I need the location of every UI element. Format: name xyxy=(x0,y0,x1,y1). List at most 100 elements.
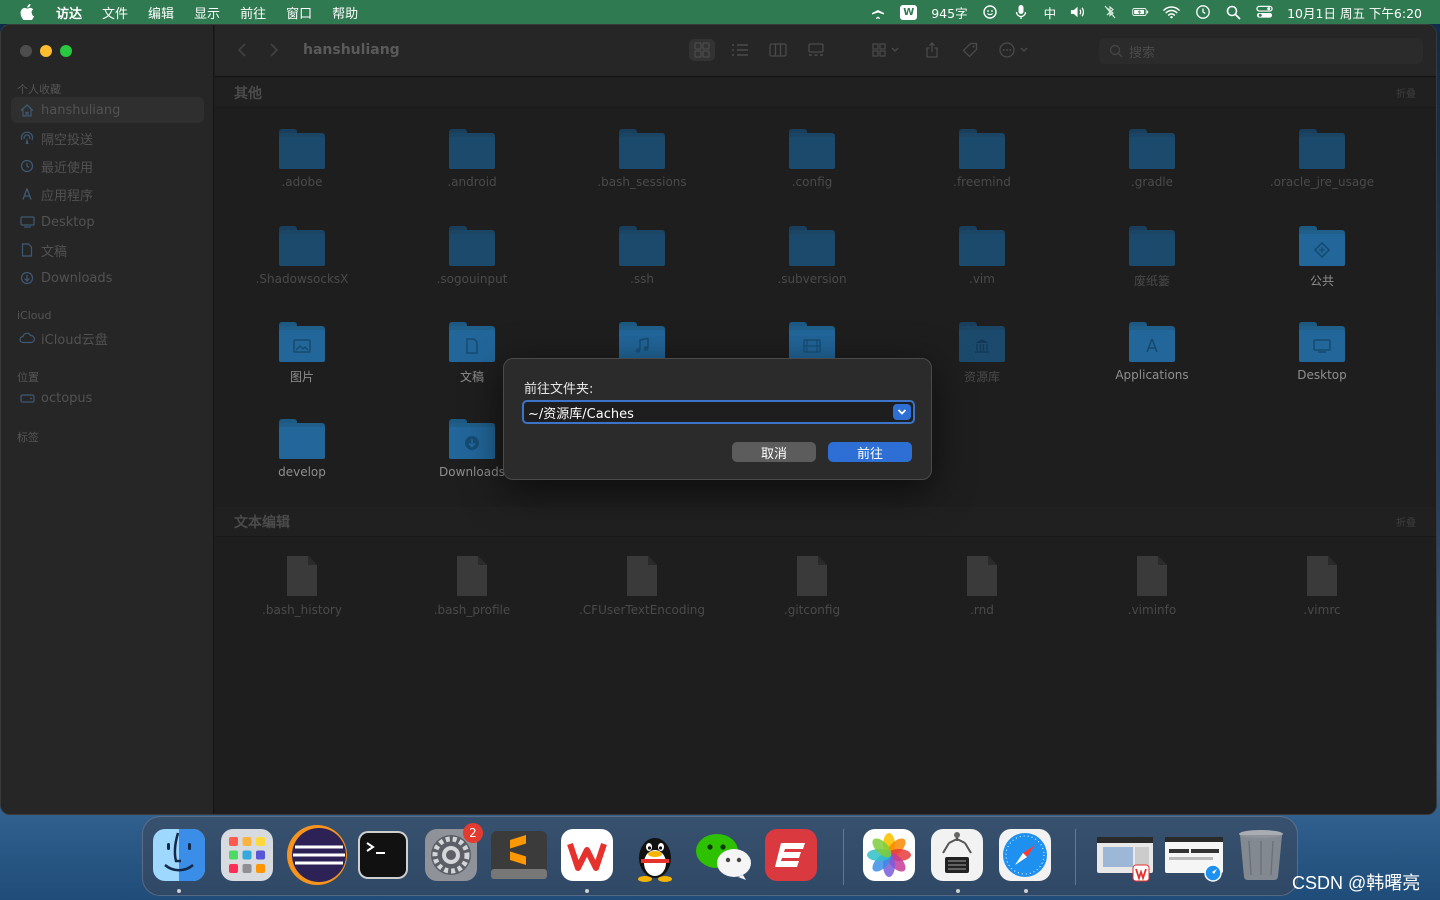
action-menu-button[interactable] xyxy=(995,39,1035,61)
list-view-button[interactable] xyxy=(727,39,753,61)
trash-dock-icon[interactable] xyxy=(1233,827,1289,883)
file-item[interactable]: 公共 xyxy=(1252,226,1392,289)
file-item[interactable]: .ShadowsocksX xyxy=(232,226,372,286)
zoom-window-button[interactable] xyxy=(60,45,72,57)
file-item[interactable]: .ssh xyxy=(572,226,712,286)
sidebar-item-icloud-drive[interactable]: iCloud云盘 xyxy=(11,325,204,351)
control-center-icon[interactable] xyxy=(1256,4,1273,21)
file-item[interactable]: .android xyxy=(402,129,542,189)
file-item[interactable]: .oracle_jre_usage xyxy=(1252,129,1392,189)
smiley-icon[interactable] xyxy=(982,4,999,21)
menu-window[interactable]: 窗口 xyxy=(286,3,312,22)
file-label: .ssh xyxy=(630,272,654,286)
wechat-dock-icon[interactable] xyxy=(693,827,755,883)
sidebar-item-desktop[interactable]: Desktop xyxy=(11,209,204,235)
file-item[interactable]: .bash_history xyxy=(232,555,372,617)
file-item[interactable]: .CFUserTextEncoding xyxy=(572,555,712,617)
wps-menu-icon[interactable]: W xyxy=(900,4,918,20)
volume-icon[interactable] xyxy=(1070,4,1087,21)
menu-go[interactable]: 前往 xyxy=(240,3,266,22)
tag-button[interactable] xyxy=(957,39,983,61)
file-item[interactable]: .adobe xyxy=(232,129,372,189)
minimized-safari-window-icon[interactable] xyxy=(1163,827,1225,883)
word-count[interactable]: 945字 xyxy=(931,3,967,22)
time-machine-icon[interactable] xyxy=(1194,4,1211,21)
bluetooth-off-icon[interactable] xyxy=(1101,4,1118,21)
menu-file[interactable]: 文件 xyxy=(102,3,128,22)
file-item[interactable]: .rnd xyxy=(912,555,1052,617)
search-field[interactable]: 搜索 xyxy=(1099,38,1423,64)
sidebar-item-airdrop[interactable]: 隔空投送 xyxy=(11,125,204,151)
clock-datetime[interactable]: 10月1日 周五 下午6:20 xyxy=(1287,3,1422,22)
collapse-button[interactable]: 折叠 xyxy=(1396,514,1416,529)
file-item[interactable]: .bash_profile xyxy=(402,555,542,617)
launchpad-dock-icon[interactable] xyxy=(219,827,275,883)
file-item[interactable]: .bash_sessions xyxy=(572,129,712,189)
group-by-button[interactable] xyxy=(867,39,907,61)
sublime-text-dock-icon[interactable] xyxy=(489,827,549,883)
file-item[interactable]: develop xyxy=(232,419,372,479)
file-item[interactable]: .viminfo xyxy=(1082,555,1222,617)
file-item[interactable]: .freemind xyxy=(912,129,1052,189)
apple-menu-icon[interactable] xyxy=(20,4,38,20)
gallery-view-button[interactable] xyxy=(803,39,829,61)
file-label: .bash_sessions xyxy=(597,175,687,189)
file-item[interactable]: .gitconfig xyxy=(742,555,882,617)
file-item[interactable]: Applications xyxy=(1082,322,1222,382)
chevron-down-icon xyxy=(897,409,907,415)
icon-view-button[interactable] xyxy=(689,39,715,61)
eclipse-dock-icon[interactable] xyxy=(285,823,349,887)
file-item[interactable]: 资源库 xyxy=(912,322,1052,385)
documents-folder-icon xyxy=(449,322,495,362)
path-history-dropdown[interactable] xyxy=(893,404,911,420)
folder-path-input[interactable] xyxy=(522,400,915,424)
folder-icon xyxy=(959,129,1005,169)
battery-icon[interactable] xyxy=(1132,4,1149,21)
go-button[interactable]: 前往 xyxy=(828,442,912,462)
system-information-dock-icon[interactable] xyxy=(929,827,985,883)
file-item[interactable]: .vimrc xyxy=(1252,555,1392,617)
menu-view[interactable]: 显示 xyxy=(194,3,220,22)
minimize-window-button[interactable] xyxy=(40,45,52,57)
forward-icon[interactable] xyxy=(269,42,279,61)
wps-office-dock-icon[interactable] xyxy=(559,827,615,883)
spotlight-search-icon[interactable] xyxy=(1225,4,1242,21)
file-item[interactable]: .config xyxy=(742,129,882,189)
file-item[interactable]: .sogouinput xyxy=(402,226,542,286)
column-view-button[interactable] xyxy=(765,39,791,61)
file-item[interactable]: .subversion xyxy=(742,226,882,286)
sidebar-item-applications[interactable]: 应用程序 xyxy=(11,181,204,207)
collapse-button[interactable]: 折叠 xyxy=(1396,85,1416,100)
cancel-button[interactable]: 取消 xyxy=(732,442,816,462)
minimized-wps-window-icon[interactable] xyxy=(1095,827,1155,883)
file-item[interactable]: 图片 xyxy=(232,322,372,385)
microphone-icon[interactable] xyxy=(1013,4,1030,21)
safari-dock-icon[interactable] xyxy=(997,827,1053,883)
text-file-icon xyxy=(1137,556,1167,596)
share-button[interactable] xyxy=(919,39,945,61)
sidebar-item-recents[interactable]: 最近使用 xyxy=(11,153,204,179)
file-item[interactable]: .vim xyxy=(912,226,1052,286)
terminal-dock-icon[interactable] xyxy=(355,827,411,883)
back-icon[interactable] xyxy=(237,42,247,61)
file-item[interactable]: 废纸篓 xyxy=(1082,226,1222,289)
menu-app-name[interactable]: 访达 xyxy=(56,3,82,22)
finder-dock-icon[interactable] xyxy=(151,827,207,883)
sidebar-item-home[interactable]: hanshuliang xyxy=(11,97,204,123)
desktop-icon xyxy=(19,215,35,229)
input-method[interactable]: 中 xyxy=(1044,3,1057,22)
expressvpn-dock-icon[interactable] xyxy=(763,827,819,883)
file-item[interactable]: Desktop xyxy=(1252,322,1392,382)
menu-help[interactable]: 帮助 xyxy=(332,3,358,22)
photos-dock-icon[interactable] xyxy=(861,827,917,883)
sidebar-item-downloads[interactable]: Downloads xyxy=(11,265,204,291)
airplane-icon[interactable] xyxy=(869,4,886,21)
close-window-button[interactable] xyxy=(20,45,32,57)
menu-edit[interactable]: 编辑 xyxy=(148,3,174,22)
wifi-icon[interactable] xyxy=(1163,4,1180,21)
sidebar-item-octopus[interactable]: octopus xyxy=(11,385,204,411)
qq-dock-icon[interactable] xyxy=(627,827,683,883)
running-indicator xyxy=(1024,889,1028,893)
sidebar-item-documents[interactable]: 文稿 xyxy=(11,237,204,263)
file-item[interactable]: .gradle xyxy=(1082,129,1222,189)
